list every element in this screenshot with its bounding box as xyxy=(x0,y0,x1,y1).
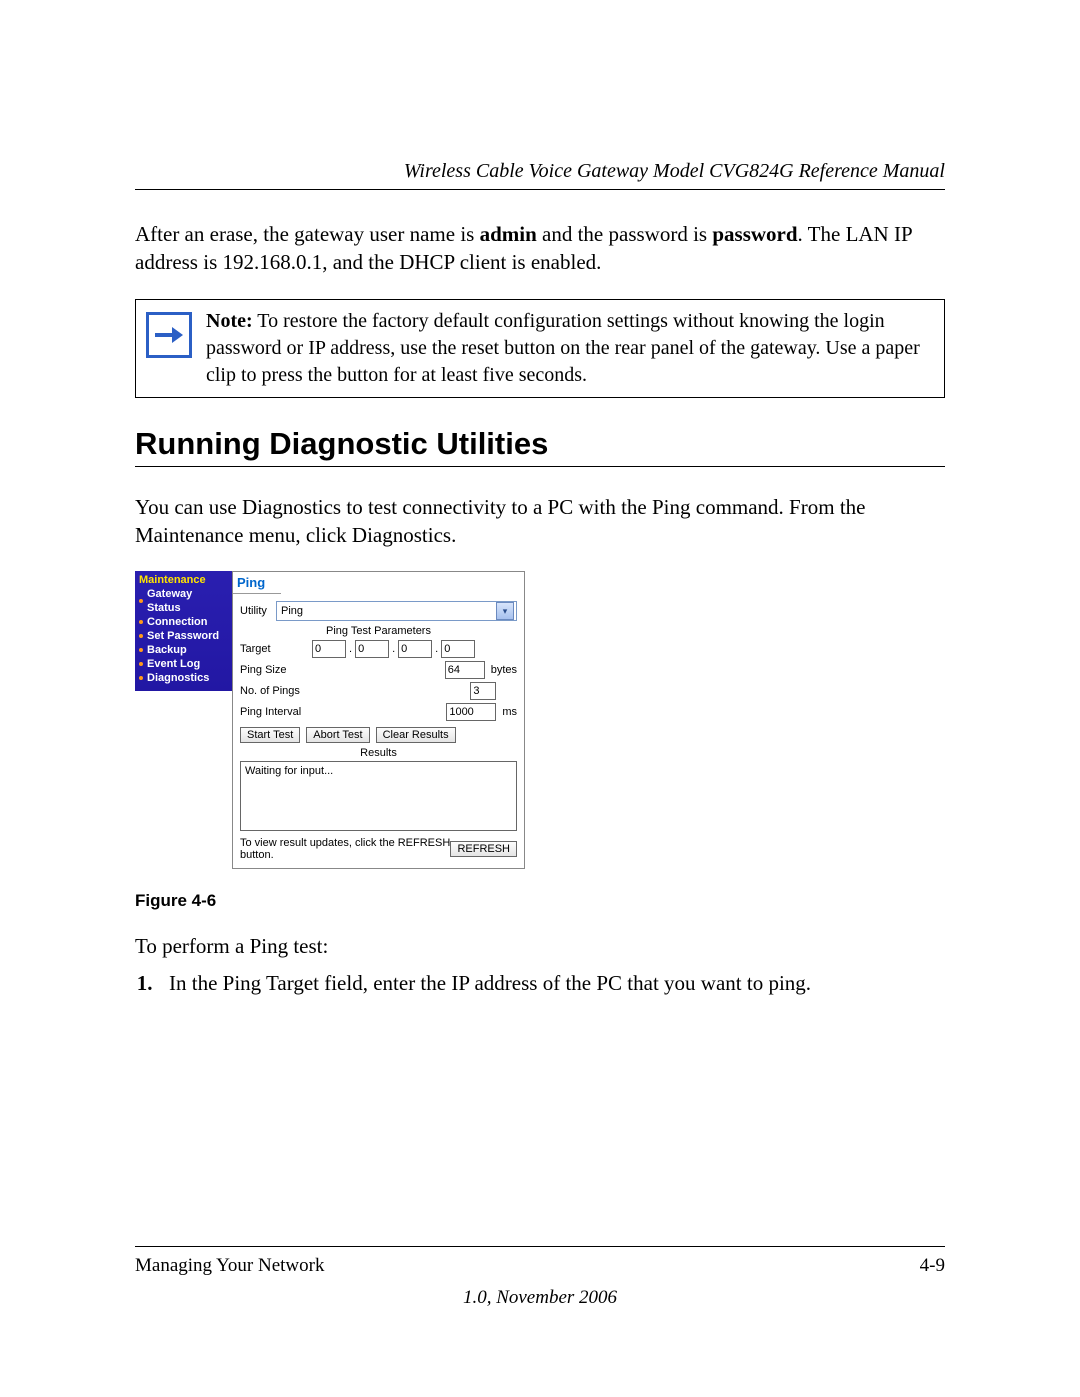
start-test-button[interactable]: Start Test xyxy=(240,727,300,743)
page-footer: Managing Your Network 4-9 1.0, November … xyxy=(135,1246,945,1309)
note-box: Note: To restore the factory default con… xyxy=(135,299,945,398)
panel-title: Ping xyxy=(233,572,281,594)
section-rule xyxy=(135,466,945,467)
sidebar-item-event-log[interactable]: Event Log xyxy=(139,657,228,671)
sidebar-item-label: Gateway Status xyxy=(147,587,228,615)
results-box: Waiting for input... xyxy=(240,761,517,831)
diagnostics-panel: Ping Utility Ping ▾ Ping Test Parameters… xyxy=(232,571,525,869)
abort-test-button[interactable]: Abort Test xyxy=(306,727,369,743)
footer-page-number: 4-9 xyxy=(920,1255,945,1277)
sidebar-item-label: Connection xyxy=(147,615,208,629)
utility-select[interactable]: Ping ▾ xyxy=(276,601,517,621)
arrow-right-icon xyxy=(146,312,192,358)
sidebar-item-backup[interactable]: Backup xyxy=(139,643,228,657)
ping-size-unit: bytes xyxy=(491,664,517,676)
sidebar-item-label: Backup xyxy=(147,643,187,657)
paragraph-ping-intro: To perform a Ping test: xyxy=(135,932,945,960)
clear-results-button[interactable]: Clear Results xyxy=(376,727,456,743)
chevron-down-icon: ▾ xyxy=(496,602,514,620)
dot: . xyxy=(435,643,438,655)
utility-value: Ping xyxy=(281,605,303,617)
sidebar-item-label: Event Log xyxy=(147,657,200,671)
ping-count-label: No. of Pings xyxy=(240,685,312,697)
target-ip-1[interactable]: 0 xyxy=(312,640,346,658)
refresh-button[interactable]: REFRESH xyxy=(450,841,517,857)
sidebar-item-diagnostics[interactable]: Diagnostics xyxy=(139,671,228,685)
doc-header: Wireless Cable Voice Gateway Model CVG82… xyxy=(135,160,945,190)
bold-admin: admin xyxy=(480,222,537,246)
figure-4-6: Maintenance Gateway Status Connection Se… xyxy=(135,571,945,869)
target-ip-4[interactable]: 0 xyxy=(441,640,475,658)
footer-version: 1.0, November 2006 xyxy=(135,1287,945,1309)
ping-size-label: Ping Size xyxy=(240,664,312,676)
footer-chapter: Managing Your Network xyxy=(135,1255,324,1277)
target-label: Target xyxy=(240,643,312,655)
target-ip-2[interactable]: 0 xyxy=(355,640,389,658)
ping-count-input[interactable]: 3 xyxy=(470,682,496,700)
ping-interval-label: Ping Interval xyxy=(240,706,312,718)
sidebar-item-set-password[interactable]: Set Password xyxy=(139,629,228,643)
note-body: To restore the factory default configura… xyxy=(206,310,920,386)
utility-label: Utility xyxy=(240,605,276,617)
target-ip-3[interactable]: 0 xyxy=(398,640,432,658)
paragraph-after-erase: After an erase, the gateway user name is… xyxy=(135,220,945,277)
results-title: Results xyxy=(240,747,517,759)
sidebar-item-label: Set Password xyxy=(147,629,219,643)
bold-password: password xyxy=(712,222,797,246)
text: and the password is xyxy=(537,222,713,246)
params-title: Ping Test Parameters xyxy=(240,625,517,637)
ping-size-input[interactable]: 64 xyxy=(445,661,485,679)
figure-caption: Figure 4-6 xyxy=(135,891,945,911)
step-1: In the Ping Target field, enter the IP a… xyxy=(163,969,945,997)
sidebar-title: Maintenance xyxy=(139,574,228,586)
maintenance-sidebar: Maintenance Gateway Status Connection Se… xyxy=(135,571,232,691)
paragraph-diagnostics-intro: You can use Diagnostics to test connecti… xyxy=(135,493,945,550)
refresh-hint: To view result updates, click the REFRES… xyxy=(240,837,450,861)
dot: . xyxy=(392,643,395,655)
note-label: Note: xyxy=(206,310,253,332)
ping-interval-unit: ms xyxy=(502,706,517,718)
sidebar-item-label: Diagnostics xyxy=(147,671,209,685)
note-text: Note: To restore the factory default con… xyxy=(206,308,934,389)
ping-interval-input[interactable]: 1000 xyxy=(446,703,496,721)
dot: . xyxy=(349,643,352,655)
sidebar-item-gateway-status[interactable]: Gateway Status xyxy=(139,587,228,615)
steps-list: In the Ping Target field, enter the IP a… xyxy=(135,969,945,997)
sidebar-item-connection[interactable]: Connection xyxy=(139,615,228,629)
text: After an erase, the gateway user name is xyxy=(135,222,480,246)
footer-rule xyxy=(135,1246,945,1247)
section-heading: Running Diagnostic Utilities xyxy=(135,426,945,462)
